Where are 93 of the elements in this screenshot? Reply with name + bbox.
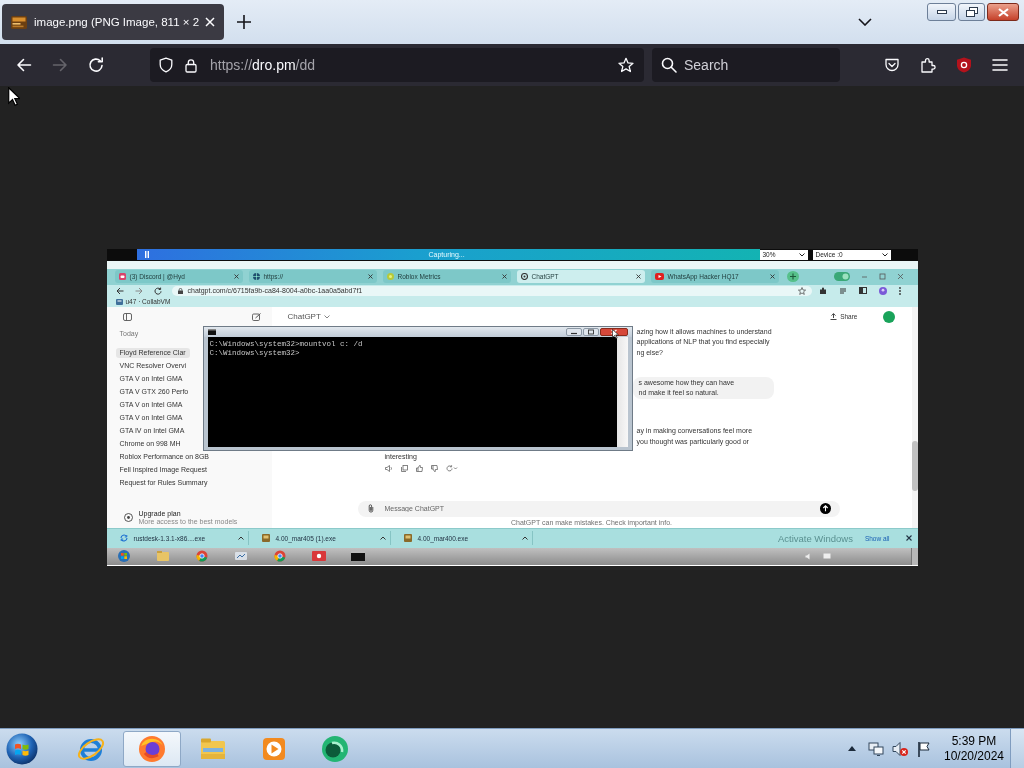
sync-arrows-icon — [119, 534, 128, 542]
model-title[interactable]: ChatGPT — [287, 312, 321, 321]
close-icon — [997, 7, 1009, 17]
list-icon[interactable] — [838, 286, 847, 295]
caret-down-icon[interactable] — [323, 314, 330, 319]
caret-up-icon[interactable] — [237, 536, 244, 540]
close-icon[interactable] — [769, 274, 775, 279]
caret-up-icon[interactable] — [521, 536, 528, 540]
taskbar-clock[interactable]: 5:39 PM 10/20/2024 — [944, 733, 1004, 764]
upload-icon — [830, 313, 838, 320]
reload-icon — [88, 57, 104, 73]
site-icon — [386, 273, 394, 280]
shield-icon[interactable] — [158, 57, 174, 73]
minimize-button[interactable] — [927, 3, 956, 21]
star-icon[interactable] — [797, 286, 806, 295]
volume-muted-icon[interactable] — [892, 740, 908, 757]
caret-up-icon[interactable] — [379, 536, 386, 540]
network-icon[interactable] — [868, 741, 884, 756]
activation-notice: Activate Windows — [777, 532, 853, 544]
address-field[interactable]: https://dro.pm/dd — [150, 48, 644, 82]
url-text: https://dro.pm/dd — [210, 57, 316, 73]
search-icon — [661, 57, 677, 73]
video-icon — [654, 273, 664, 280]
app-icon — [118, 273, 126, 280]
back-arrow-icon[interactable] — [115, 286, 124, 295]
swirl-logo-icon — [320, 733, 350, 764]
menu-icon — [992, 58, 1008, 72]
new-chat-icon[interactable] — [251, 313, 261, 321]
caret-down-icon — [798, 252, 805, 257]
restore-button[interactable] — [958, 3, 985, 21]
new-tab-icon[interactable] — [237, 15, 251, 29]
close-icon[interactable] — [905, 535, 912, 541]
record-icon[interactable] — [311, 550, 326, 562]
avatar-icon[interactable] — [882, 310, 895, 323]
start-orb-icon[interactable] — [116, 550, 131, 562]
pause-icon[interactable] — [144, 251, 149, 258]
maximize-icon[interactable] — [582, 327, 599, 336]
back-arrow-icon — [16, 57, 32, 73]
package-icon — [403, 534, 412, 542]
chevron-down-icon[interactable] — [858, 18, 872, 26]
toggle-icon[interactable] — [833, 272, 850, 281]
pocket-icon — [884, 57, 900, 73]
image-thumbnail-icon — [11, 15, 27, 29]
thumbs-down-icon[interactable] — [430, 464, 438, 472]
mouse-pointer-icon — [8, 87, 20, 106]
bookmark-icon — [115, 298, 123, 305]
paperclip-icon[interactable] — [367, 504, 374, 513]
puzzle-icon — [920, 57, 936, 73]
minimize-icon — [936, 10, 947, 14]
close-icon[interactable] — [635, 274, 641, 279]
lock-icon — [177, 287, 183, 294]
extension-icon[interactable] — [818, 286, 827, 295]
regenerate-icon[interactable] — [445, 464, 458, 472]
avatar-icon[interactable] — [878, 286, 887, 295]
minimize-icon[interactable] — [565, 327, 582, 336]
reload-icon[interactable] — [153, 286, 162, 295]
flag-icon[interactable] — [917, 740, 931, 757]
caret-up-icon[interactable] — [848, 746, 856, 751]
more-menu-icon[interactable] — [898, 286, 901, 295]
close-icon[interactable] — [367, 274, 373, 279]
chart-window-icon[interactable] — [233, 550, 248, 562]
chrome-logo-icon[interactable] — [194, 550, 209, 562]
browser-tab[interactable]: image.png (PNG Image, 811 × 2 — [2, 4, 224, 40]
sidebar-toggle-icon[interactable] — [122, 313, 132, 321]
new-tab-icon[interactable] — [786, 271, 799, 282]
forward-arrow-icon[interactable] — [134, 286, 143, 295]
package-icon — [261, 534, 270, 542]
terminal-icon — [207, 328, 216, 335]
sidebar-icon[interactable] — [858, 287, 867, 294]
ring-dot-icon — [123, 513, 133, 522]
ring-icon — [520, 273, 528, 280]
restore-icon — [965, 7, 978, 17]
scrollbar[interactable] — [911, 306, 918, 528]
forward-arrow-icon — [52, 57, 68, 73]
caret-down-icon — [881, 252, 888, 257]
search-field[interactable]: Search — [652, 48, 840, 82]
scrollbar[interactable] — [616, 336, 628, 447]
shield-badge-icon — [956, 57, 972, 73]
taskbar-button[interactable] — [123, 730, 181, 767]
terminal-icon[interactable] — [350, 550, 365, 562]
chrome-logo-icon[interactable] — [272, 550, 287, 562]
close-icon[interactable] — [501, 274, 507, 279]
start-orb-icon — [6, 732, 38, 765]
browser-logo-icon — [137, 733, 167, 764]
show-desktop-button[interactable] — [910, 547, 918, 565]
copy-icon[interactable] — [400, 464, 408, 472]
globe-icon — [252, 273, 260, 280]
lock-icon[interactable] — [185, 57, 197, 73]
close-icon[interactable] — [233, 274, 239, 279]
close-window-button[interactable] — [987, 3, 1019, 21]
thumbs-up-icon[interactable] — [415, 464, 423, 472]
send-icon[interactable] — [819, 503, 831, 514]
speaker-icon[interactable] — [384, 464, 393, 472]
